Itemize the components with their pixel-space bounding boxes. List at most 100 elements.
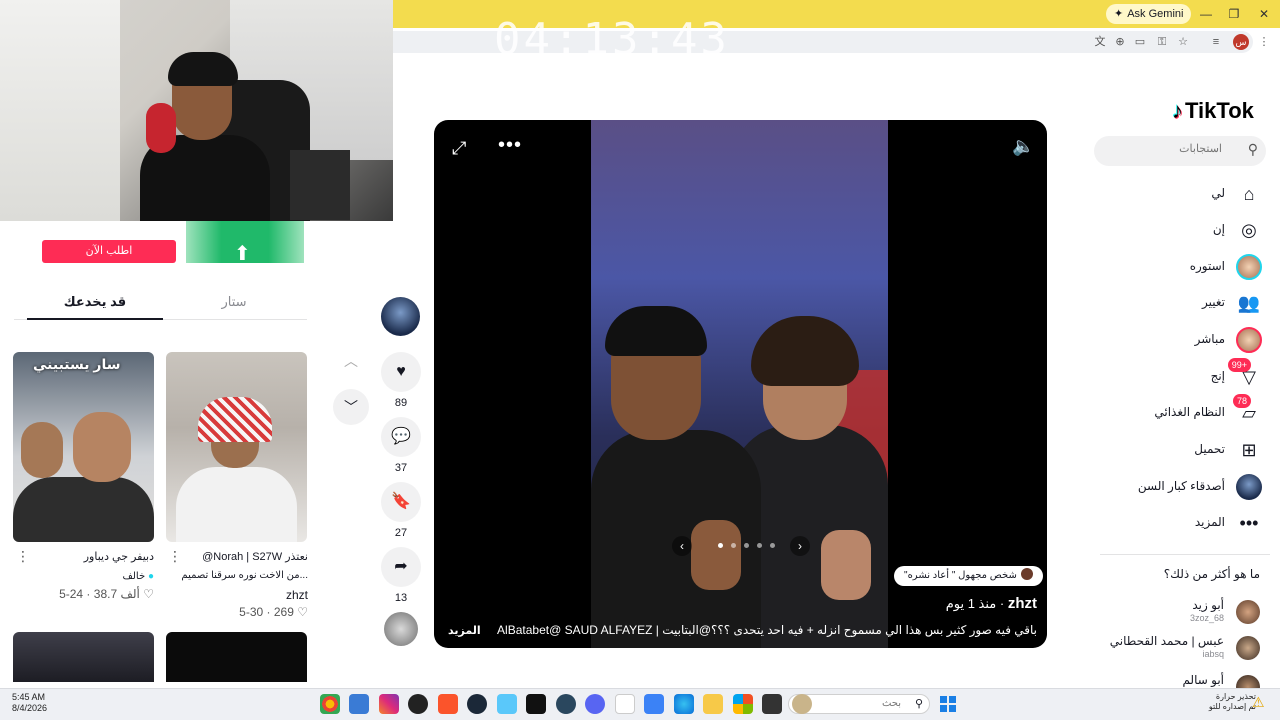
fullscreen-icon[interactable]: ⤢: [452, 138, 466, 159]
store-icon[interactable]: [644, 694, 664, 714]
restore-icon[interactable]: ❐: [1224, 4, 1244, 24]
creator-avatar[interactable]: [381, 297, 420, 336]
video-card-thumbnail[interactable]: [13, 632, 154, 682]
bookmark-star-icon[interactable]: ☆: [1175, 34, 1191, 50]
sidebar-item-following[interactable]: 👥 تغيير: [1110, 287, 1265, 319]
brave-icon[interactable]: [438, 694, 458, 714]
video-card-thumbnail[interactable]: سار يستبيني: [13, 352, 154, 542]
next-image-button[interactable]: ›: [790, 536, 810, 556]
promo-banner[interactable]: ⬆: [186, 221, 304, 265]
image-pager-dot[interactable]: [718, 543, 723, 548]
sidebar-item-label: النظام الغذائي: [1154, 405, 1225, 419]
chrome-icon[interactable]: [320, 694, 340, 714]
zoom-icon[interactable]: ⊕: [1112, 34, 1128, 50]
video-card-thumbnail[interactable]: [166, 352, 307, 542]
image-pager-dot[interactable]: [757, 543, 762, 548]
more-options-icon[interactable]: •••: [498, 134, 522, 157]
post-time: منذ 1 يوم: [945, 596, 997, 611]
sidebar-item-explore[interactable]: ◎ إن: [1110, 214, 1265, 246]
ms-apps-icon[interactable]: [733, 694, 753, 714]
previous-video-button[interactable]: ︿: [333, 343, 369, 379]
card-title[interactable]: دبيفر جي ديباور: [22, 550, 154, 563]
taskbar-clock[interactable]: 5:45 AM 8/4/2026: [12, 692, 47, 714]
app-icon[interactable]: [615, 694, 635, 714]
sidebar-item-friends[interactable]: أصدقاء كبار السن: [1110, 471, 1265, 503]
password-key-icon[interactable]: ⚿: [1154, 34, 1170, 50]
steam-icon[interactable]: [467, 694, 487, 714]
account-handle: iabsq: [1202, 649, 1224, 659]
music-disc-avatar[interactable]: [384, 612, 418, 646]
sidebar-item-more[interactable]: ••• المزيد: [1110, 507, 1265, 539]
share-button[interactable]: ➦: [381, 547, 421, 587]
webcam-overlay: [0, 0, 393, 221]
weather-widget[interactable]: تحذير حرارة تم إصداره للتو: [1206, 692, 1256, 712]
image-pager-dot[interactable]: [770, 543, 775, 548]
search-icon[interactable]: ⚲: [1248, 141, 1258, 158]
video-card-thumbnail[interactable]: [166, 632, 307, 682]
tiktok-logo[interactable]: ♪ TikTok: [1172, 98, 1254, 124]
sidebar-item-live[interactable]: مباشر: [1110, 324, 1265, 356]
save-button[interactable]: 🔖: [381, 482, 421, 522]
microphone: [290, 150, 350, 220]
sidebar-item-label: المزيد: [1194, 515, 1225, 529]
video-player[interactable]: ⤢ ••• 🔈 ‹ › "شخص مجهول " أعاد نشره منذ 1…: [434, 120, 1047, 648]
sidebar-item-upload[interactable]: ⊞ تحميل: [1110, 434, 1265, 466]
sidebar-item-label: مباشر: [1194, 332, 1225, 346]
steam-alt-icon[interactable]: [556, 694, 576, 714]
order-now-button[interactable]: اطلب الآن: [42, 240, 176, 263]
suggested-account[interactable]: عبس | محمد القحطاني iabsq: [1100, 634, 1260, 664]
sidebar-item-label: أصدقاء كبار السن: [1137, 479, 1225, 493]
nvidia-icon[interactable]: [762, 694, 782, 714]
image-pager-dot[interactable]: [731, 543, 736, 548]
browser-menu-icon[interactable]: ⋮: [1256, 34, 1272, 50]
close-icon[interactable]: ✕: [1254, 4, 1274, 24]
cast-icon[interactable]: ▭: [1132, 34, 1148, 50]
caption-more-link[interactable]: المزيد: [448, 624, 481, 637]
card-more-icon[interactable]: ⋮: [16, 548, 30, 565]
search-bar[interactable]: ⚲: [1094, 136, 1266, 166]
repost-badge[interactable]: "شخص مجهول " أعاد نشره: [894, 566, 1043, 586]
volume-icon[interactable]: 🔈: [1012, 136, 1034, 157]
profile-avatar[interactable]: س: [1233, 34, 1249, 50]
folder-icon[interactable]: [703, 694, 723, 714]
live-avatar: [1236, 327, 1262, 353]
files-app-icon[interactable]: [497, 694, 517, 714]
obs-icon[interactable]: [408, 694, 428, 714]
instagram-icon[interactable]: [379, 694, 399, 714]
search-input[interactable]: [1112, 143, 1222, 155]
windows-start-button[interactable]: [940, 696, 956, 712]
tab-may-fool-you[interactable]: قد يخدعك: [27, 288, 163, 320]
next-video-button[interactable]: ﹀: [333, 389, 369, 425]
edge-icon[interactable]: [674, 694, 694, 714]
capcut-icon[interactable]: [526, 694, 546, 714]
discord-icon[interactable]: [585, 694, 605, 714]
sidebar-item-messages[interactable]: ▱ 78 النظام الغذائي: [1110, 394, 1265, 429]
taskbar-search-input[interactable]: [811, 698, 901, 709]
tab-star[interactable]: ستار: [166, 288, 302, 318]
card-more-icon[interactable]: ⋮: [168, 548, 182, 565]
card-title[interactable]: @Norah | S27W نعتذر: [176, 550, 308, 563]
image-pager-dot[interactable]: [744, 543, 749, 548]
sidebar-item-inbox[interactable]: ▽ 99+ إنج: [1110, 358, 1265, 393]
like-count: 89: [394, 397, 408, 409]
sidebar-item-label: استوره: [1189, 259, 1225, 273]
account-name: أبو سالم: [1182, 673, 1224, 687]
like-button[interactable]: ♥: [381, 352, 421, 392]
suggested-account[interactable]: أبو زيد 3zoz_68: [1100, 598, 1260, 628]
minimize-icon[interactable]: —: [1196, 4, 1216, 24]
sidebar-item-for-you[interactable]: ⌂ لي: [1110, 178, 1265, 210]
media-queue-icon[interactable]: ≡: [1208, 34, 1224, 50]
translate-icon[interactable]: 文: [1092, 34, 1108, 50]
photos-icon[interactable]: [349, 694, 369, 714]
streamer-hair: [168, 52, 238, 86]
heart-outline-icon: ♡: [297, 605, 308, 619]
comment-button[interactable]: 💬: [381, 417, 421, 457]
card-author[interactable]: zhzt: [176, 588, 308, 602]
previous-image-button[interactable]: ‹: [672, 536, 692, 556]
thumb-figure-ghutra: [198, 397, 272, 442]
search-highlight-icon[interactable]: [792, 694, 812, 714]
warning-icon[interactable]: ⚠: [1252, 694, 1265, 711]
author-name[interactable]: zhzt: [1008, 595, 1037, 612]
sidebar-item-story[interactable]: استوره: [1110, 251, 1265, 283]
ask-gemini-button[interactable]: ✦ Ask Gemini: [1106, 4, 1192, 24]
